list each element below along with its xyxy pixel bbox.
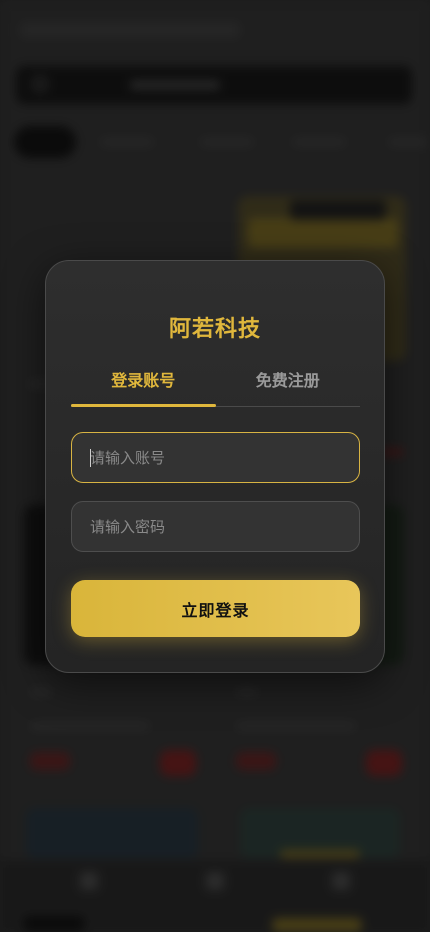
auth-tabs: 登录账号 免费注册: [71, 367, 360, 407]
text-caret: [90, 449, 91, 467]
tab-login[interactable]: 登录账号: [71, 367, 216, 407]
password-input[interactable]: [71, 501, 360, 552]
account-input[interactable]: [71, 432, 360, 483]
modal-title: 阿若科技: [168, 317, 261, 342]
tab-register[interactable]: 免费注册: [216, 367, 361, 406]
login-modal: 阿若科技 登录账号 免费注册 立即登录: [45, 260, 385, 673]
login-button[interactable]: 立即登录: [71, 580, 360, 637]
